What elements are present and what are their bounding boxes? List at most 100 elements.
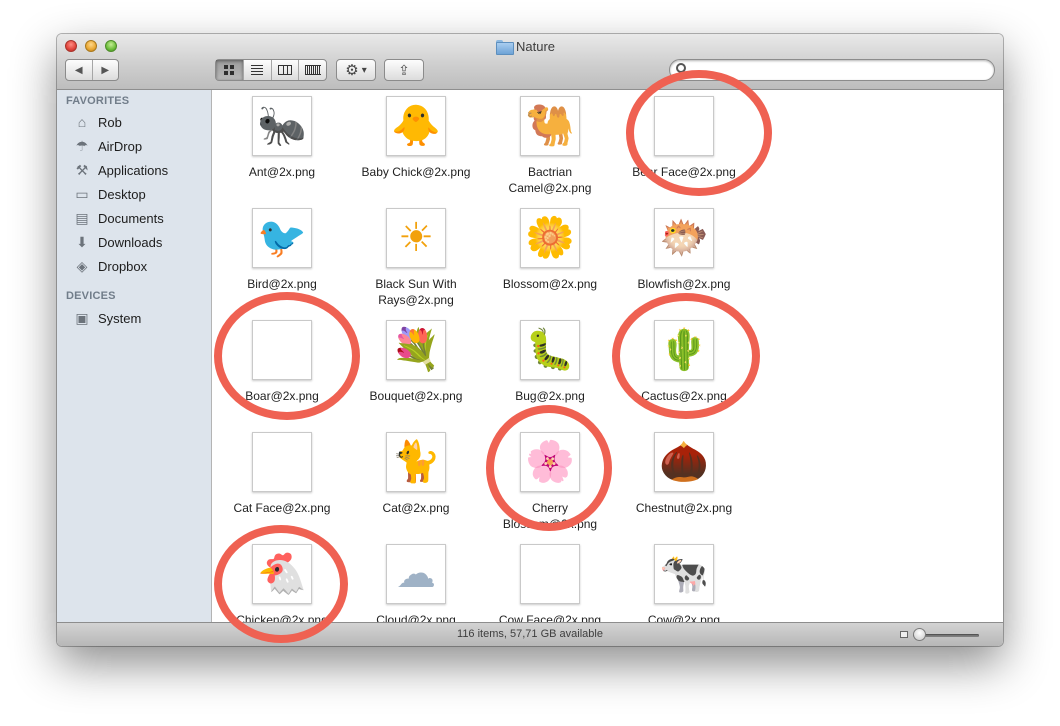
sidebar-item-documents[interactable]: ▤ Documents — [73, 207, 208, 229]
file-item[interactable]: 💐 Bouquet@2x.png — [351, 314, 481, 424]
camel-icon: 🐫 — [520, 96, 580, 156]
harddrive-icon: ▣ — [75, 310, 89, 326]
sidebar-item-label: Documents — [98, 210, 164, 226]
titlebar: Nature ◀ ▶ ⚙ ▾ ⇪ — [57, 34, 1003, 90]
blank-thumbnail-icon — [520, 544, 580, 604]
icon-size-slider-handle[interactable] — [913, 628, 926, 641]
back-button[interactable]: ◀ — [66, 60, 93, 80]
ant-icon: 🐜 — [252, 96, 312, 156]
cherry-blossom-icon: 🌸 — [520, 432, 580, 492]
sidebar-header-favorites: FAVORITES — [66, 95, 130, 107]
file-name: Black Sun With Rays@2x.png — [375, 277, 457, 307]
chevron-down-icon: ▾ — [361, 64, 367, 76]
sidebar-item-label: Downloads — [98, 234, 163, 250]
file-name: Cat@2x.png — [382, 501, 450, 515]
file-name: Chestnut@2x.png — [635, 501, 733, 515]
blowfish-icon: 🐡 — [654, 208, 714, 268]
search-input[interactable] — [690, 62, 986, 78]
action-menu-button[interactable]: ⚙ ▾ — [336, 59, 376, 81]
file-item[interactable]: Cat Face@2x.png — [217, 426, 347, 536]
sidebar-item-rob[interactable]: ⌂ Rob — [73, 111, 208, 133]
sidebar-item-label: AirDrop — [98, 138, 143, 154]
folder-icon — [496, 39, 514, 55]
chestnut-icon: 🌰 — [654, 432, 714, 492]
share-icon: ⇪ — [398, 61, 410, 78]
cloud-icon: ☁ — [386, 544, 446, 604]
file-name: Cactus@2x.png — [641, 389, 727, 403]
small-icon-size-icon — [900, 631, 908, 638]
file-item[interactable]: 🌼 Blossom@2x.png — [485, 202, 615, 312]
file-item[interactable]: 🐦 Bird@2x.png — [217, 202, 347, 312]
file-item[interactable]: 🐜 Ant@2x.png — [217, 90, 347, 200]
chicken-icon: 🐔 — [252, 544, 312, 604]
file-item[interactable]: 🐈 Cat@2x.png — [351, 426, 481, 536]
sidebar-item-downloads[interactable]: ⬇ Downloads — [73, 231, 208, 253]
file-item[interactable]: Boar@2x.png — [217, 314, 347, 424]
file-item[interactable]: 🐛 Bug@2x.png — [485, 314, 615, 424]
file-item[interactable]: ☁ Cloud@2x.png — [351, 538, 481, 622]
file-item[interactable]: 🐔 Chicken@2x.png — [217, 538, 347, 622]
file-item[interactable]: Cow Face@2x.png — [485, 538, 615, 622]
list-view-button[interactable] — [244, 60, 272, 80]
finder-window: Nature ◀ ▶ ⚙ ▾ ⇪ FAVORITES DEVICES ⌂ Rob… — [57, 34, 1003, 646]
sun-icon: ☀ — [386, 208, 446, 268]
search-icon — [676, 63, 686, 73]
file-item[interactable]: 🌵 Cactus@2x.png — [619, 314, 749, 424]
sidebar-item-dropbox[interactable]: ◈ Dropbox — [73, 255, 208, 277]
cover-flow-icon — [304, 65, 321, 75]
blossom-icon: 🌼 — [520, 208, 580, 268]
forward-button[interactable]: ▶ — [93, 60, 119, 80]
column-view-button[interactable] — [272, 60, 300, 80]
window-title-text: Nature — [516, 38, 556, 54]
sidebar-item-label: Applications — [98, 162, 169, 178]
sidebar-item-label: Dropbox — [98, 258, 148, 274]
close-window-button[interactable] — [65, 40, 77, 52]
file-item[interactable]: 🌸 Cherry Blossom@2x.png — [485, 426, 615, 536]
status-bar: 116 items, 57,71 GB available — [57, 622, 1003, 646]
blank-thumbnail-icon — [654, 96, 714, 156]
sidebar: FAVORITES DEVICES ⌂ Rob ☂ AirDrop ⚒ Applicati… — [57, 90, 212, 622]
file-item[interactable]: 🐡 Blowfish@2x.png — [619, 202, 749, 312]
sidebar-item-system[interactable]: ▣ System — [73, 307, 208, 329]
file-name: Cow@2x.png — [647, 613, 721, 622]
file-name: Ant@2x.png — [248, 165, 316, 179]
applications-icon: ⚒ — [75, 162, 89, 178]
file-item[interactable]: ☀ Black Sun With Rays@2x.png — [351, 202, 481, 312]
forward-arrow-icon: ▶ — [101, 64, 110, 76]
file-name: Bird@2x.png — [247, 277, 317, 291]
cactus-icon: 🌵 — [654, 320, 714, 380]
bug-icon: 🐛 — [520, 320, 580, 380]
sidebar-item-label: Rob — [98, 114, 122, 130]
file-name: Cow Face@2x.png — [498, 613, 602, 622]
file-item[interactable]: 🌰 Chestnut@2x.png — [619, 426, 749, 536]
file-name: Chicken@2x.png — [236, 613, 328, 622]
cat-icon: 🐈 — [386, 432, 446, 492]
file-name: Bouquet@2x.png — [369, 389, 463, 403]
file-name: Bear Face@2x.png — [632, 165, 736, 179]
minimize-window-button[interactable] — [85, 40, 97, 52]
file-item[interactable]: 🐫 Bactrian Camel@2x.png — [485, 90, 615, 200]
share-button[interactable]: ⇪ — [384, 59, 424, 81]
documents-icon: ▤ — [75, 210, 89, 226]
search-field[interactable] — [669, 59, 995, 81]
sidebar-item-desktop[interactable]: ▭ Desktop — [73, 183, 208, 205]
file-name: Cherry Blossom@2x.png — [502, 501, 598, 531]
file-item[interactable]: 🐄 Cow@2x.png — [619, 538, 749, 622]
sidebar-item-applications[interactable]: ⚒ Applications — [73, 159, 208, 181]
file-item[interactable]: 🐥 Baby Chick@2x.png — [351, 90, 481, 200]
icon-view-button[interactable] — [216, 60, 244, 80]
zoom-window-button[interactable] — [105, 40, 117, 52]
file-item[interactable]: Bear Face@2x.png — [619, 90, 749, 200]
navigation-buttons: ◀ ▶ — [65, 59, 119, 81]
cover-flow-button[interactable] — [299, 60, 326, 80]
bouquet-icon: 💐 — [386, 320, 446, 380]
file-name: Cloud@2x.png — [376, 613, 456, 622]
column-view-icon — [277, 65, 292, 75]
baby-chick-icon: 🐥 — [386, 96, 446, 156]
view-mode-buttons — [215, 59, 327, 81]
airdrop-icon: ☂ — [75, 138, 89, 154]
sidebar-item-airdrop[interactable]: ☂ AirDrop — [73, 135, 208, 157]
file-browser: 🐜 Ant@2x.png 🐥 Baby Chick@2x.png 🐫 Bactrian C… — [213, 90, 1003, 622]
blank-thumbnail-icon — [252, 320, 312, 380]
home-icon: ⌂ — [77, 114, 87, 130]
